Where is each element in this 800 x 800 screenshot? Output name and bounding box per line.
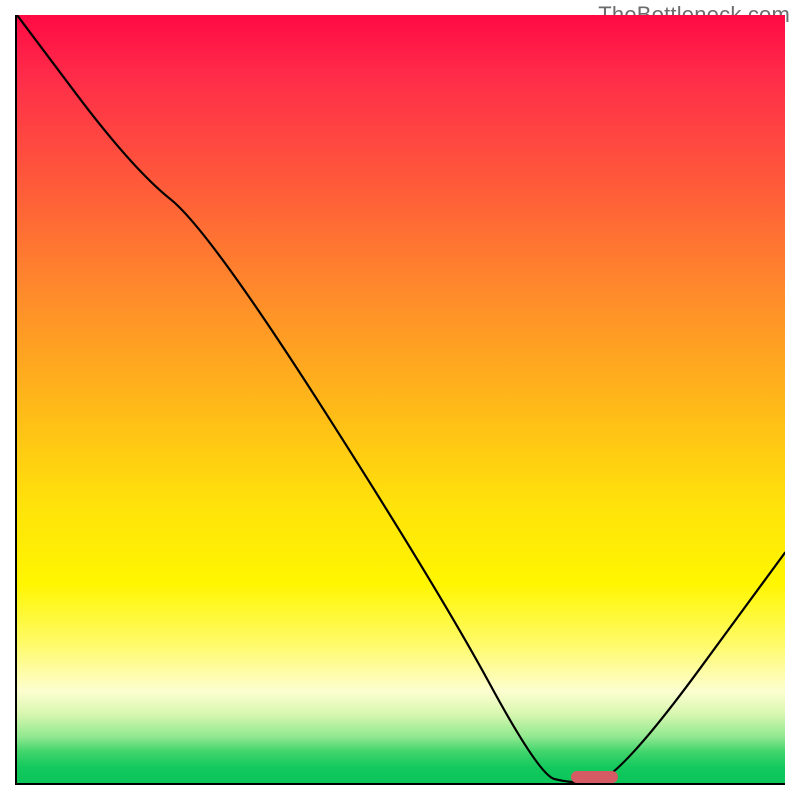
bottleneck-curve-svg [17,15,785,783]
bottleneck-curve-path [17,15,785,783]
optimal-point-marker [571,771,617,783]
chart-wrapper: TheBottleneck.com [0,0,800,800]
plot-area [15,15,785,785]
